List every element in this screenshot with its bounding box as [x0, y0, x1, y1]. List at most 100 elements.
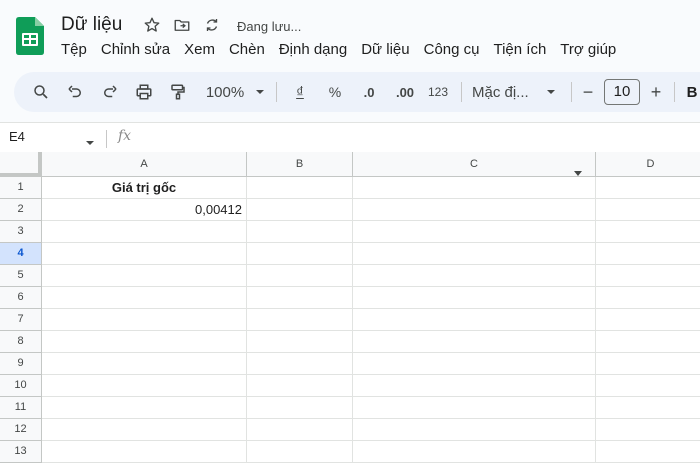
cell-a3[interactable]	[42, 221, 247, 243]
cell-c2[interactable]	[353, 199, 596, 221]
percent-format-button[interactable]: %	[324, 72, 346, 112]
menu-item-help[interactable]: Trợ giúp	[553, 41, 623, 58]
cell-c1[interactable]	[353, 177, 596, 199]
row-header-6[interactable]: 6	[0, 287, 42, 309]
sheets-logo-icon[interactable]	[16, 17, 44, 55]
cell-c7[interactable]	[353, 309, 596, 331]
font-size-input[interactable]: 10	[604, 79, 640, 105]
cell-b7[interactable]	[247, 309, 353, 331]
chevron-down-icon[interactable]	[252, 72, 268, 112]
cell-a10[interactable]	[42, 375, 247, 397]
cell-c3[interactable]	[353, 221, 596, 243]
row-header-8[interactable]: 8	[0, 331, 42, 353]
cell-a4[interactable]	[42, 243, 247, 265]
increase-decimal-button[interactable]: .00	[390, 72, 420, 112]
cell-d2[interactable]	[596, 199, 700, 221]
redo-icon[interactable]	[97, 72, 123, 112]
menu-item-extensions[interactable]: Tiện ích	[486, 41, 553, 58]
star-icon[interactable]	[143, 16, 161, 34]
cell-a12[interactable]	[42, 419, 247, 441]
cell-a8[interactable]	[42, 331, 247, 353]
cell-b3[interactable]	[247, 221, 353, 243]
cell-c10[interactable]	[353, 375, 596, 397]
cell-b13[interactable]	[247, 441, 353, 463]
cell-c11[interactable]	[353, 397, 596, 419]
cell-c6[interactable]	[353, 287, 596, 309]
cell-c8[interactable]	[353, 331, 596, 353]
more-formats-button[interactable]: 123	[424, 72, 452, 112]
cell-a1[interactable]: Giá trị gốc	[42, 177, 247, 199]
move-folder-icon[interactable]	[173, 16, 191, 34]
menu-item-file[interactable]: Tệp	[54, 41, 94, 58]
cell-b12[interactable]	[247, 419, 353, 441]
bold-button[interactable]: B	[684, 72, 700, 112]
cell-d13[interactable]	[596, 441, 700, 463]
cell-b5[interactable]	[247, 265, 353, 287]
cell-b10[interactable]	[247, 375, 353, 397]
cell-d4[interactable]	[596, 243, 700, 265]
cell-b6[interactable]	[247, 287, 353, 309]
cell-b1[interactable]	[247, 177, 353, 199]
cell-b8[interactable]	[247, 331, 353, 353]
cell-a11[interactable]	[42, 397, 247, 419]
row-header-13[interactable]: 13	[0, 441, 42, 463]
cell-a2[interactable]: 0,00412	[42, 199, 247, 221]
cell-d3[interactable]	[596, 221, 700, 243]
decrease-font-size-button[interactable]: −	[579, 72, 597, 112]
document-title[interactable]: Dữ liệu	[61, 14, 122, 36]
row-header-4[interactable]: 4	[0, 243, 42, 265]
row-header-9[interactable]: 9	[0, 353, 42, 375]
cell-d1[interactable]	[596, 177, 700, 199]
cell-c4[interactable]	[353, 243, 596, 265]
cell-d11[interactable]	[596, 397, 700, 419]
row-header-11[interactable]: 11	[0, 397, 42, 419]
cell-b4[interactable]	[247, 243, 353, 265]
menu-item-edit[interactable]: Chỉnh sửa	[94, 41, 177, 58]
column-header-c[interactable]: C	[353, 152, 596, 177]
cell-a13[interactable]	[42, 441, 247, 463]
paint-format-icon[interactable]	[165, 72, 191, 112]
undo-icon[interactable]	[62, 72, 88, 112]
cell-a9[interactable]	[42, 353, 247, 375]
cell-d7[interactable]	[596, 309, 700, 331]
print-icon[interactable]	[131, 72, 157, 112]
column-header-d[interactable]: D	[596, 152, 700, 177]
cell-a7[interactable]	[42, 309, 247, 331]
row-header-7[interactable]: 7	[0, 309, 42, 331]
column-header-a[interactable]: A	[42, 152, 247, 177]
menu-item-tools[interactable]: Công cụ	[417, 41, 487, 58]
cell-b11[interactable]	[247, 397, 353, 419]
cell-a5[interactable]	[42, 265, 247, 287]
cell-b2[interactable]	[247, 199, 353, 221]
menu-item-format[interactable]: Định dạng	[272, 41, 354, 58]
cell-d6[interactable]	[596, 287, 700, 309]
increase-font-size-button[interactable]: +	[647, 72, 665, 112]
cell-b9[interactable]	[247, 353, 353, 375]
cell-d10[interactable]	[596, 375, 700, 397]
row-header-2[interactable]: 2	[0, 199, 42, 221]
chevron-down-icon[interactable]	[544, 72, 558, 112]
cell-d5[interactable]	[596, 265, 700, 287]
name-box[interactable]: E4	[9, 129, 25, 144]
select-all-corner[interactable]	[0, 152, 42, 177]
zoom-select[interactable]: 100%	[202, 72, 248, 112]
chevron-down-icon[interactable]	[85, 135, 95, 153]
column-header-b[interactable]: B	[247, 152, 353, 177]
row-header-5[interactable]: 5	[0, 265, 42, 287]
sync-status-icon[interactable]	[203, 16, 221, 34]
cell-a6[interactable]	[42, 287, 247, 309]
menu-item-view[interactable]: Xem	[177, 41, 222, 58]
menu-item-data[interactable]: Dữ liệu	[354, 41, 416, 58]
menu-item-insert[interactable]: Chèn	[222, 41, 272, 58]
cell-c13[interactable]	[353, 441, 596, 463]
cell-d9[interactable]	[596, 353, 700, 375]
row-header-3[interactable]: 3	[0, 221, 42, 243]
cell-c9[interactable]	[353, 353, 596, 375]
row-header-12[interactable]: 12	[0, 419, 42, 441]
cell-d8[interactable]	[596, 331, 700, 353]
search-menus-icon[interactable]	[28, 72, 54, 112]
currency-format-button[interactable]: ₫	[290, 72, 310, 112]
cell-d12[interactable]	[596, 419, 700, 441]
row-header-1[interactable]: 1	[0, 177, 42, 199]
cell-c5[interactable]	[353, 265, 596, 287]
